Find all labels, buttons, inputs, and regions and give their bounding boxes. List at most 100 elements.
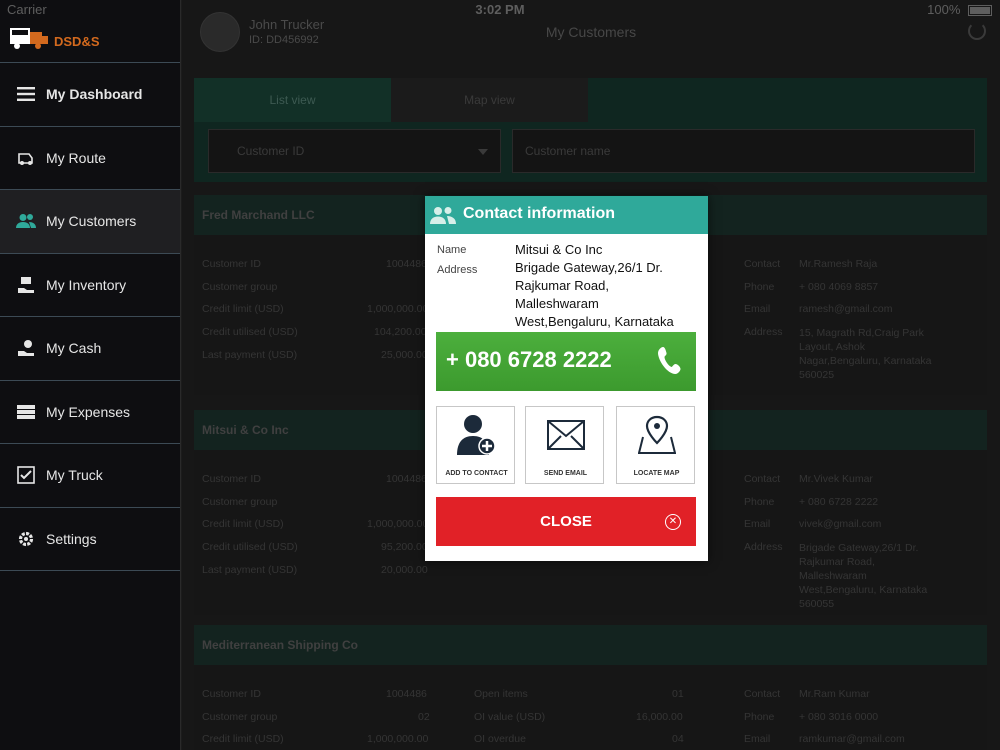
field-label: Customer ID bbox=[202, 688, 261, 700]
sidebar-item-truck[interactable]: My Truck bbox=[0, 444, 180, 508]
expenses-icon bbox=[16, 402, 36, 422]
add-contact-icon bbox=[437, 413, 516, 457]
field-label: Address bbox=[744, 541, 783, 553]
truck-logo-icon bbox=[10, 28, 48, 49]
address-label: Address bbox=[437, 264, 478, 276]
sidebar-item-cash[interactable]: My Cash bbox=[0, 317, 180, 381]
field-value: 20,000.00 bbox=[381, 564, 428, 576]
customer-card[interactable]: Mediterranean Shipping Co Customer ID 10… bbox=[194, 625, 987, 750]
customer-name-placeholder: Customer name bbox=[525, 144, 611, 158]
field-value: 16,000.00 bbox=[636, 711, 683, 723]
field-label: Contact bbox=[744, 688, 781, 700]
customer-id-placeholder: Customer ID bbox=[237, 144, 305, 158]
sidebar-item-label: My Expenses bbox=[46, 403, 131, 420]
field-label: Email bbox=[744, 518, 771, 530]
field-value: 1004486 bbox=[386, 258, 427, 270]
field-value: 95,200.00 bbox=[381, 541, 428, 553]
field-label: Credit limit (USD) bbox=[202, 303, 284, 315]
field-value: 1,000,000.00 bbox=[367, 303, 429, 315]
field-value: + 080 3016 0000 bbox=[799, 711, 879, 723]
field-value: 25,000.00 bbox=[381, 349, 428, 361]
field-label: Phone bbox=[744, 281, 775, 293]
field-label: OI overdue bbox=[474, 733, 526, 745]
address-value: Brigade Gateway,26/1 Dr. Rajkumar Road, … bbox=[515, 259, 701, 331]
field-label: Address bbox=[744, 326, 783, 338]
page-title: My Customers bbox=[545, 24, 637, 40]
contacts-icon bbox=[430, 207, 456, 224]
tab-map-view[interactable]: Map view bbox=[391, 78, 588, 122]
clock: 3:02 PM bbox=[475, 2, 525, 17]
map-pin-icon bbox=[617, 413, 696, 457]
sidebar-item-route[interactable]: My Route bbox=[0, 127, 180, 190]
customer-name-input[interactable]: Customer name bbox=[512, 129, 975, 173]
field-value: 1,000,000.00 bbox=[367, 733, 429, 745]
sidebar-item-label: Settings bbox=[46, 530, 97, 547]
field-value: ramesh@gmail.com bbox=[799, 303, 893, 315]
field-value: 1004486 bbox=[386, 473, 427, 485]
sidebar-item-settings[interactable]: Settings bbox=[0, 508, 180, 571]
phone-number: + 080 6728 2222 bbox=[446, 347, 612, 372]
field-value: Mr.Ramesh Raja bbox=[799, 258, 878, 270]
send-email-button[interactable]: SEND EMAIL bbox=[525, 406, 604, 484]
envelope-icon bbox=[526, 413, 605, 457]
action-label: LOCATE MAP bbox=[633, 470, 680, 477]
sidebar-item-label: My Customers bbox=[46, 213, 137, 230]
address-line: Rajkumar Road, bbox=[515, 278, 609, 293]
field-value: 04 bbox=[672, 733, 684, 745]
phone-icon bbox=[658, 347, 681, 374]
field-label: Credit limit (USD) bbox=[202, 518, 284, 530]
field-value: ramkumar@gmail.com bbox=[799, 733, 905, 745]
sidebar-item-label: My Inventory bbox=[46, 276, 127, 293]
address-line: West,Bengaluru, Karnataka bbox=[515, 314, 674, 329]
address-line: Brigade Gateway,26/1 Dr. bbox=[515, 260, 663, 275]
field-label: Phone bbox=[744, 496, 775, 508]
field-value: 02 bbox=[418, 711, 430, 723]
field-label: Email bbox=[744, 303, 771, 315]
customer-id-select[interactable]: Customer ID bbox=[208, 129, 501, 173]
sidebar-item-customers[interactable]: My Customers bbox=[0, 190, 180, 254]
action-label: ADD TO CONTACT bbox=[445, 470, 508, 477]
refresh-icon[interactable] bbox=[968, 22, 986, 40]
call-button[interactable]: + 080 6728 2222 bbox=[436, 332, 696, 391]
sidebar-item-label: My Dashboard bbox=[46, 86, 143, 103]
sidebar-item-inventory[interactable]: My Inventory bbox=[0, 254, 180, 317]
locate-map-button[interactable]: LOCATE MAP bbox=[616, 406, 695, 484]
field-label: Phone bbox=[744, 711, 775, 723]
name-label: Name bbox=[437, 244, 467, 256]
truck-check-icon bbox=[16, 465, 36, 485]
field-label: Credit utilised (USD) bbox=[202, 541, 298, 553]
sidebar-item-expenses[interactable]: My Expenses bbox=[0, 381, 180, 444]
field-label: Contact bbox=[744, 258, 781, 270]
field-label: Open items bbox=[474, 688, 528, 700]
close-icon: ✕ bbox=[665, 514, 681, 530]
field-label: Credit limit (USD) bbox=[202, 733, 284, 745]
field-label: Customer group bbox=[202, 281, 278, 293]
sidebar: DSD&S My Dashboard My Route My Customers… bbox=[0, 0, 181, 750]
app-screen: Carrier 3:02 PM 100% DSD&S My Dashboard bbox=[0, 0, 1000, 750]
name-value: Mitsui & Co Inc bbox=[515, 242, 603, 257]
sidebar-item-label: My Route bbox=[46, 149, 106, 166]
close-button[interactable]: CLOSE ✕ bbox=[436, 497, 696, 546]
field-value: + 080 6728 2222 bbox=[799, 496, 879, 508]
field-value: 1004486 bbox=[386, 688, 427, 700]
sidebar-item-label: My Cash bbox=[46, 340, 102, 357]
sidebar-item-dashboard[interactable]: My Dashboard bbox=[0, 63, 180, 127]
field-label: Customer ID bbox=[202, 473, 261, 485]
route-icon bbox=[16, 148, 36, 168]
brand-name: DSD&S bbox=[54, 34, 100, 49]
field-value: + 080 4069 8857 bbox=[799, 281, 879, 293]
field-label: Customer group bbox=[202, 711, 278, 723]
battery-percent: 100% bbox=[927, 2, 961, 17]
field-value: 15, Magrath Rd,Craig Park Layout, Ashok … bbox=[799, 327, 932, 381]
field-label: Email bbox=[744, 733, 771, 745]
chevron-down-icon bbox=[478, 149, 488, 155]
field-label: Last payment (USD) bbox=[202, 349, 298, 361]
add-to-contact-button[interactable]: ADD TO CONTACT bbox=[436, 406, 515, 484]
field-label: Credit utilised (USD) bbox=[202, 326, 298, 338]
action-label: SEND EMAIL bbox=[543, 470, 588, 477]
cash-icon bbox=[16, 338, 36, 358]
field-value: 104,200.00 bbox=[374, 326, 427, 338]
tab-list-view[interactable]: List view bbox=[194, 78, 391, 122]
status-bar: Carrier 3:02 PM 100% bbox=[0, 0, 1000, 20]
contact-info-dialog: Contact information Name Mitsui & Co Inc… bbox=[425, 196, 708, 561]
